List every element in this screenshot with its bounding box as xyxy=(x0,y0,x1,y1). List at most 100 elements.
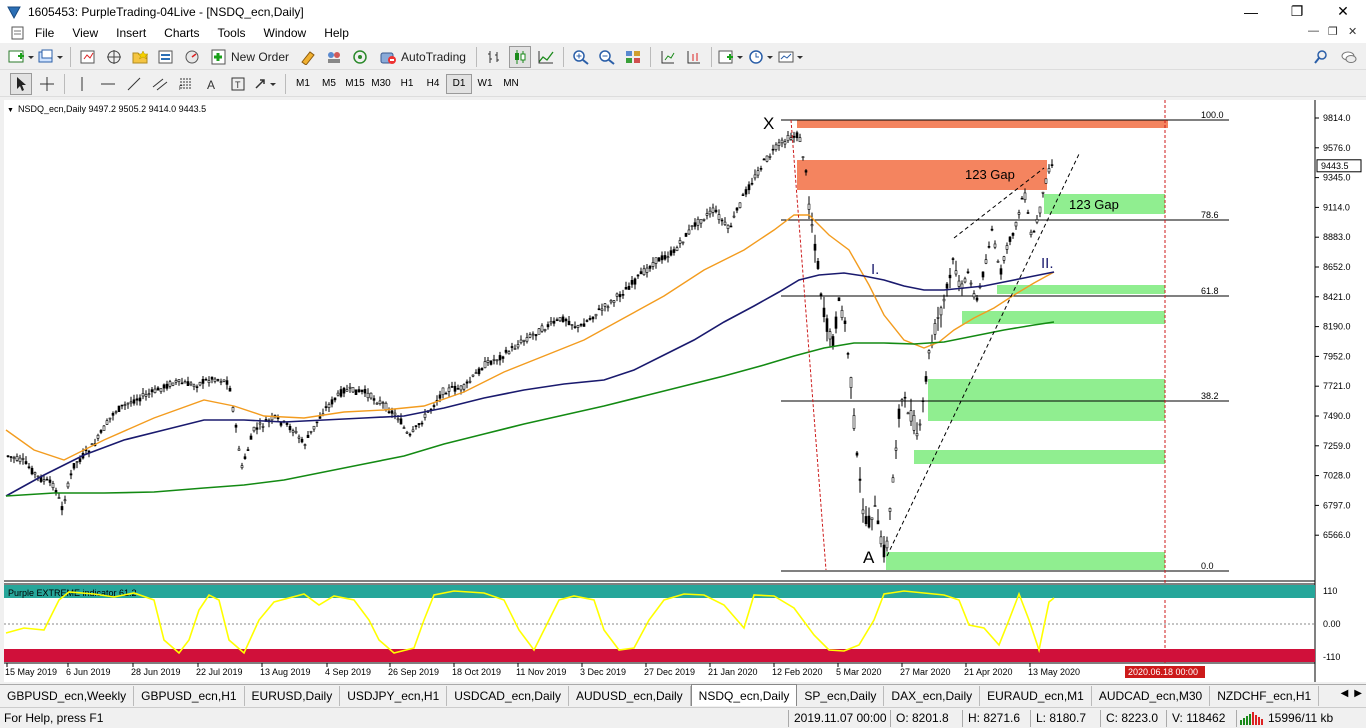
tab-scroll-right-icon[interactable]: ▶ xyxy=(1354,688,1362,699)
chart-tab[interactable]: SP_ecn,Daily xyxy=(797,686,885,706)
timeframe-w1[interactable]: W1 xyxy=(472,74,498,94)
metaeditor-icon[interactable] xyxy=(297,46,319,68)
candle-body xyxy=(891,477,895,483)
candle-body xyxy=(639,271,643,275)
candle-body xyxy=(399,418,403,425)
autotrading-button[interactable]: AutoTrading xyxy=(375,46,470,68)
close-button[interactable]: ✕ xyxy=(1320,0,1366,23)
vertical-line-icon[interactable] xyxy=(71,73,93,95)
chart-window[interactable]: 100.0 78.6 61.8 38.2 0.0 X A I. II. 123 Gap 123 G… xyxy=(4,100,1366,682)
restore-button[interactable]: ❐ xyxy=(1274,0,1320,23)
timeframe-m1[interactable]: M1 xyxy=(290,74,316,94)
candle-body xyxy=(702,218,706,221)
chart-tab[interactable]: AUDCAD_ecn,M30 xyxy=(1092,686,1211,706)
chart-tab[interactable]: NSDQ_ecn,Daily xyxy=(690,684,798,706)
chat-icon[interactable] xyxy=(1338,46,1360,68)
autoscroll-icon[interactable] xyxy=(683,46,705,68)
timeframe-m15[interactable]: M15 xyxy=(342,74,368,94)
chart-tab[interactable]: USDCAD_ecn,Daily xyxy=(447,686,569,706)
candle-body xyxy=(750,182,754,185)
timeframe-h1[interactable]: H1 xyxy=(394,74,420,94)
candle-body xyxy=(618,294,622,298)
arrows-dropdown-icon[interactable] xyxy=(253,73,279,95)
timeframe-h4[interactable]: H4 xyxy=(420,74,446,94)
chart-tab[interactable]: NZDCHF_ecn,H1 xyxy=(1210,686,1320,706)
chart-symbol-header: NSDQ_ecn,Daily 9497.2 9505.2 9414.0 9443… xyxy=(18,104,206,114)
zoom-out-icon[interactable] xyxy=(596,46,618,68)
candle-body xyxy=(27,466,31,469)
periods-button[interactable] xyxy=(748,46,774,68)
candle-body xyxy=(162,384,166,389)
menu-view[interactable]: View xyxy=(63,26,107,40)
crosshair-icon[interactable] xyxy=(36,73,58,95)
menu-insert[interactable]: Insert xyxy=(107,26,155,40)
profiles-button[interactable] xyxy=(38,46,64,68)
menu-charts[interactable]: Charts xyxy=(155,26,208,40)
candle-body xyxy=(909,410,913,422)
tab-scroll-left-icon[interactable]: ◀ xyxy=(1341,688,1349,699)
status-traffic: 15996/11 kb xyxy=(1268,711,1334,725)
timeframe-m30[interactable]: M30 xyxy=(368,74,394,94)
chart-tab[interactable]: AUDUSD_ecn,Daily xyxy=(569,686,691,706)
mdi-close-icon[interactable]: ✕ xyxy=(1348,25,1357,38)
menu-help[interactable]: Help xyxy=(315,26,358,40)
navigator-icon[interactable] xyxy=(129,46,151,68)
chart-tab[interactable]: EURUSD,Daily xyxy=(245,686,341,706)
signals-icon[interactable] xyxy=(349,46,371,68)
chart-tab[interactable]: GBPUSD_ecn,Weekly xyxy=(0,686,135,706)
timeframe-d1[interactable]: D1 xyxy=(446,73,472,94)
crosshair-move-icon[interactable] xyxy=(103,46,125,68)
chart-tab[interactable]: DAX_ecn,Daily xyxy=(884,686,981,706)
candle-body xyxy=(786,135,790,142)
chart-shift-icon[interactable] xyxy=(657,46,679,68)
mdi-minimize-icon[interactable]: — xyxy=(1308,25,1319,37)
trendline-icon[interactable] xyxy=(123,73,145,95)
text-icon[interactable]: A xyxy=(201,73,223,95)
templates-button[interactable] xyxy=(778,46,804,68)
bar-chart-icon[interactable] xyxy=(483,46,505,68)
candle-body xyxy=(315,421,319,424)
text-label-icon[interactable]: T xyxy=(227,73,249,95)
mdi-restore-icon[interactable]: ❐ xyxy=(1328,25,1338,38)
menu-tools[interactable]: Tools xyxy=(209,26,255,40)
fibonacci-icon[interactable]: F xyxy=(175,73,197,95)
community-icon[interactable] xyxy=(323,46,345,68)
price-chart[interactable]: 100.0 78.6 61.8 38.2 0.0 X A I. II. 123 Gap 123 G… xyxy=(4,100,1366,682)
candle-body xyxy=(459,385,463,391)
market-watch-icon[interactable] xyxy=(77,46,99,68)
zoom-in-icon[interactable] xyxy=(570,46,592,68)
candle-body xyxy=(876,520,880,525)
menu-window[interactable]: Window xyxy=(255,26,316,40)
minimize-button[interactable]: — xyxy=(1228,0,1274,23)
timeframe-m5[interactable]: M5 xyxy=(316,74,342,94)
indicators-button[interactable] xyxy=(718,46,744,68)
chart-tab[interactable]: GBPUSD_ecn,H1 xyxy=(134,686,245,706)
timeframe-mn[interactable]: MN xyxy=(498,74,524,94)
candle-body xyxy=(870,517,874,520)
new-chart-button[interactable] xyxy=(8,46,34,68)
candle-body xyxy=(906,412,910,415)
candle-body xyxy=(159,388,163,393)
candle-body xyxy=(225,380,229,385)
horizontal-line-icon[interactable] xyxy=(97,73,119,95)
candlestick-icon[interactable] xyxy=(508,45,531,68)
candle-body xyxy=(486,360,490,363)
indicator-pane[interactable]: Purple EXTREME indicator 61.2 1100.00-110 xyxy=(4,585,1341,662)
search-icon[interactable] xyxy=(1310,46,1332,68)
chart-tab[interactable]: USDJPY_ecn,H1 xyxy=(340,686,448,706)
new-order-button[interactable]: New Order xyxy=(207,46,293,68)
date-tick-label: 4 Sep 2019 xyxy=(325,667,371,677)
tile-windows-icon[interactable] xyxy=(622,46,644,68)
menu-file[interactable]: File xyxy=(26,26,63,40)
cursor-icon[interactable] xyxy=(10,72,32,95)
equidistant-channel-icon[interactable] xyxy=(149,73,171,95)
chart-tab[interactable]: EURAUD_ecn,M1 xyxy=(980,686,1092,706)
candle-body xyxy=(828,331,832,340)
strategy-tester-icon[interactable] xyxy=(181,46,203,68)
line-chart-icon[interactable] xyxy=(535,46,557,68)
candle-body xyxy=(846,353,850,355)
terminal-icon[interactable] xyxy=(155,46,177,68)
candle-body xyxy=(681,241,685,244)
candle-body xyxy=(660,255,664,261)
candle-body xyxy=(795,132,799,139)
